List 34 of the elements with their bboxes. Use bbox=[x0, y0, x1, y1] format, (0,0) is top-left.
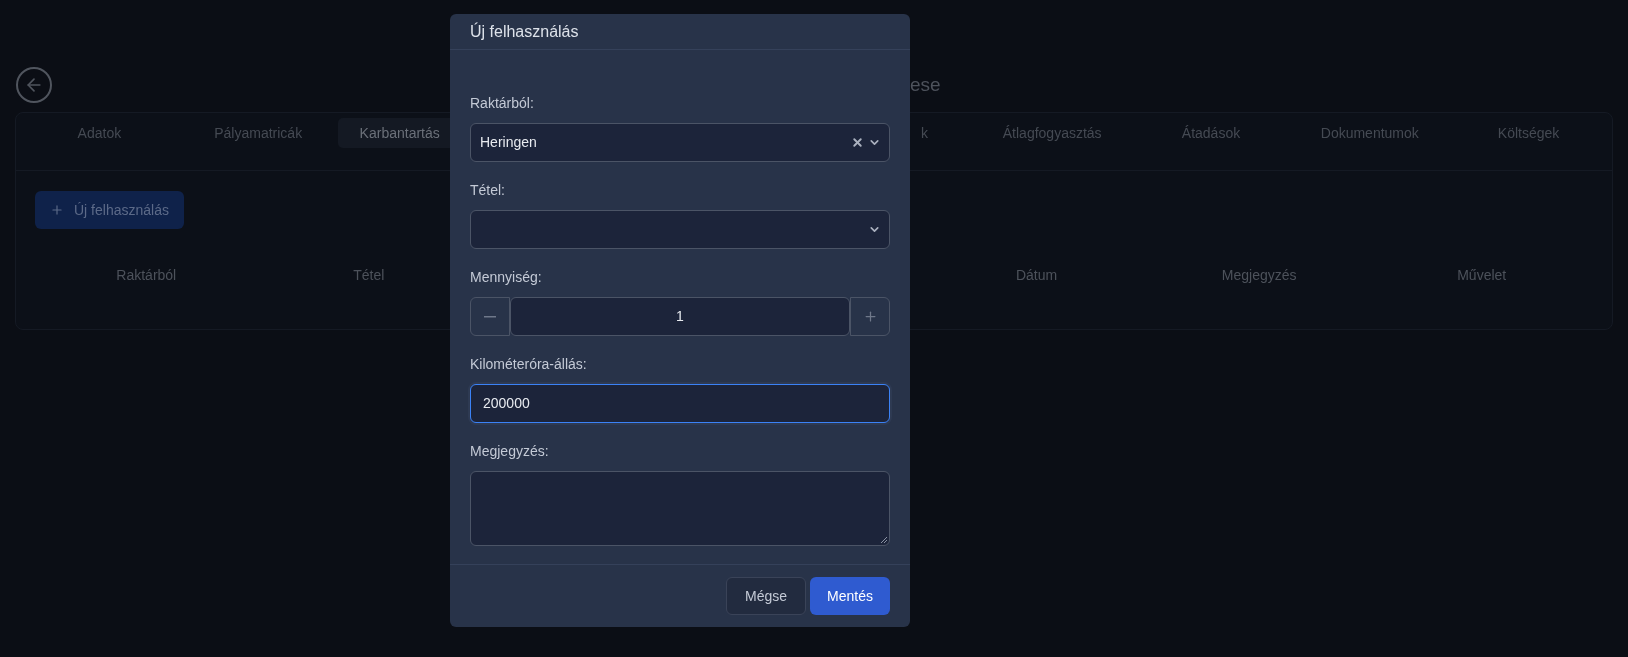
save-button[interactable]: Mentés bbox=[810, 577, 890, 616]
quantity-field[interactable]: 1 bbox=[510, 297, 850, 337]
field-label: Kilométeróra-állás: bbox=[470, 355, 587, 375]
minus-icon bbox=[484, 315, 496, 318]
column-header: Dátum bbox=[1015, 266, 1058, 285]
field-label: Raktárból: bbox=[470, 94, 534, 114]
cancel-button[interactable]: Mégse bbox=[726, 577, 806, 616]
tab[interactable]: Költségek bbox=[1487, 118, 1570, 148]
field-label: Mennyiség: bbox=[470, 268, 542, 288]
tab[interactable]: Átlagfogyasztás bbox=[992, 118, 1112, 148]
select-value: Heringen bbox=[480, 133, 537, 153]
odometer-field[interactable]: 200000 bbox=[470, 384, 890, 424]
page-title: ese bbox=[910, 72, 941, 97]
column-header: Művelet bbox=[1457, 266, 1507, 285]
tab[interactable]: k bbox=[911, 118, 938, 148]
increment-button[interactable] bbox=[850, 297, 890, 337]
column-header: Megjegyzés bbox=[1221, 266, 1297, 285]
tab[interactable]: Pályamatricák bbox=[204, 118, 313, 148]
dialog-title: Új felhasználás bbox=[470, 21, 579, 42]
select-field[interactable]: Heringen bbox=[470, 123, 890, 163]
decrement-button[interactable] bbox=[470, 297, 510, 337]
field-label: Megjegyzés: bbox=[470, 442, 549, 462]
column-header: Raktárból bbox=[116, 266, 177, 285]
clear-icon[interactable] bbox=[851, 136, 864, 150]
tab[interactable]: Dokumentumok bbox=[1310, 118, 1429, 148]
back-button[interactable] bbox=[16, 67, 52, 103]
resize-handle-icon[interactable] bbox=[880, 536, 887, 544]
plus-icon bbox=[862, 309, 878, 325]
plus-icon bbox=[50, 203, 64, 217]
field-label: Tétel: bbox=[470, 181, 505, 201]
column-header: Tétel bbox=[353, 266, 385, 285]
new-usage-button[interactable]: Új felhasználás bbox=[35, 191, 184, 229]
tab[interactable]: Átadások bbox=[1171, 118, 1251, 148]
tab[interactable]: Adatok bbox=[67, 118, 132, 148]
